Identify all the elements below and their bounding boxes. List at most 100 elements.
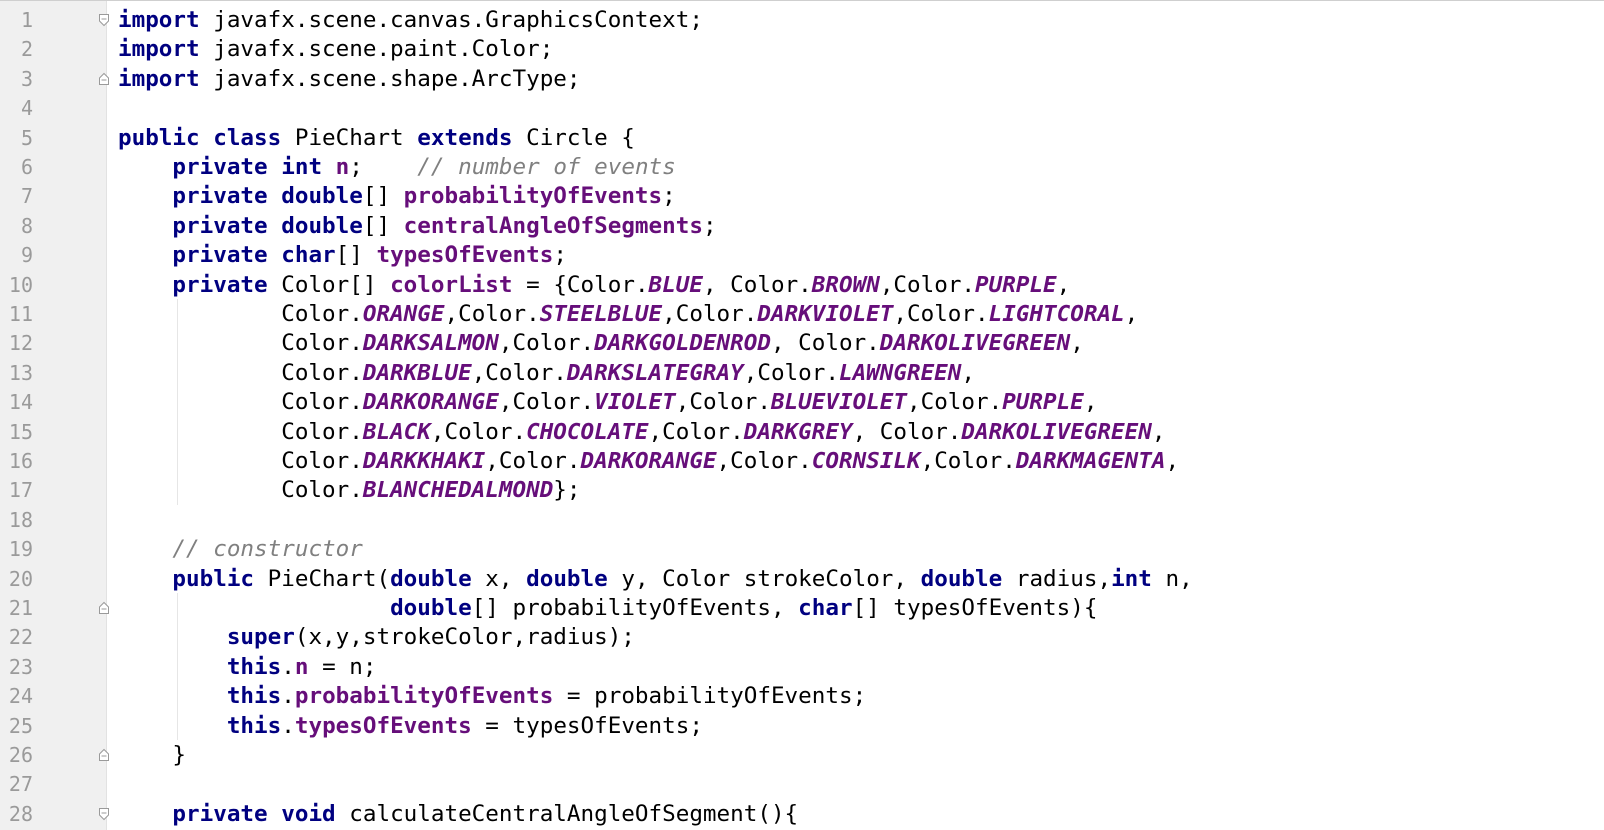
line-number: 14 <box>8 390 33 415</box>
code-text[interactable]: } <box>118 740 186 770</box>
code-token: ,Color. <box>920 448 1016 474</box>
code-editor[interactable]: 1 import javafx.scene.canvas.GraphicsCont… <box>0 0 1604 830</box>
code-token: BLANCHEDALMOND <box>362 477 554 504</box>
line-number: 7 <box>20 184 33 209</box>
line-number: 23 <box>8 654 33 679</box>
code-token: Circle { <box>512 124 635 151</box>
code-line[interactable]: 10 private Color[] colorList = {Color.BL… <box>0 270 1604 300</box>
code-line[interactable]: 14 Color.DARKORANGE,Color.VIOLET,Color.B… <box>0 387 1604 417</box>
code-token: BLACK <box>362 418 431 445</box>
code-text[interactable]: public class PieChart extends Circle { <box>118 123 635 153</box>
code-line[interactable]: 17 Color.BLANCHEDALMOND}; <box>0 475 1604 505</box>
code-token: Color. <box>118 448 363 474</box>
code-text[interactable]: Color.DARKKHAKI,Color.DARKORANGE,Color.C… <box>118 446 1179 476</box>
code-text[interactable]: this.probabilityOfEvents = probabilityOf… <box>118 681 866 711</box>
code-token: PieChart( <box>254 565 391 592</box>
code-text[interactable]: private Color[] colorList = {Color.BLUE,… <box>118 270 1070 300</box>
code-token: centralAngleOfSegments <box>403 212 703 239</box>
code-text[interactable]: public PieChart(double x, double y, Colo… <box>118 564 1192 594</box>
code-line[interactable]: 25 this.typesOfEvents = typesOfEvents; <box>0 711 1604 741</box>
code-text[interactable]: this.typesOfEvents = typesOfEvents; <box>118 711 703 741</box>
code-line[interactable]: 9 private char[] typesOfEvents; <box>0 240 1604 270</box>
code-line[interactable]: 4 <box>0 93 1604 123</box>
code-line[interactable]: 11 Color.ORANGE,Color.STEELBLUE,Color.DA… <box>0 299 1604 329</box>
code-text[interactable]: private double[] centralAngleOfSegments; <box>118 211 716 241</box>
code-text[interactable]: Color.DARKSALMON,Color.DARKGOLDENROD, Co… <box>118 328 1084 358</box>
code-line[interactable]: 5 public class PieChart extends Circle { <box>0 123 1604 153</box>
fold-open-icon[interactable] <box>98 13 110 27</box>
code-line[interactable]: 1 import javafx.scene.canvas.GraphicsCont… <box>0 5 1604 35</box>
code-token: ,Color. <box>498 330 595 357</box>
fold-close-icon[interactable] <box>98 748 110 762</box>
line-number: 8 <box>20 213 33 238</box>
line-number: 17 <box>8 478 33 503</box>
line-number: 25 <box>8 713 33 738</box>
code-token: ,Color. <box>444 301 540 327</box>
code-line[interactable]: 15 Color.BLACK,Color.CHOCOLATE,Color.DAR… <box>0 417 1604 447</box>
code-text[interactable]: double[] probabilityOfEvents, char[] typ… <box>118 593 1097 623</box>
code-token: , Color. <box>770 330 880 357</box>
code-token: y, Color strokeColor, <box>607 565 921 592</box>
fold-close-icon[interactable] <box>98 601 110 615</box>
code-line[interactable]: 20 public PieChart(double x, double y, C… <box>0 564 1604 594</box>
code-text[interactable]: Color.DARKORANGE,Color.VIOLET,Color.BLUE… <box>118 387 1097 417</box>
code-text[interactable]: this.n = n; <box>118 652 377 682</box>
code-line[interactable]: 18 <box>0 505 1604 535</box>
code-token: // constructor <box>172 536 363 563</box>
code-token: [] probabilityOfEvents, <box>471 595 799 621</box>
fold-open-icon[interactable] <box>98 807 110 821</box>
code-line[interactable]: 24 this.probabilityOfEvents = probabilit… <box>0 681 1604 711</box>
code-token: ,Color. <box>893 301 989 327</box>
code-line[interactable]: 16 Color.DARKKHAKI,Color.DARKORANGE,Colo… <box>0 446 1604 476</box>
code-line[interactable]: 28 private void calculateCentralAngleOfS… <box>0 799 1604 829</box>
code-text[interactable]: import javafx.scene.canvas.GraphicsConte… <box>118 5 703 35</box>
fold-close-icon[interactable] <box>98 72 110 86</box>
code-token: DARKGOLDENROD <box>594 330 771 357</box>
code-line[interactable]: 19 // constructor <box>0 534 1604 564</box>
code-token: , <box>1056 271 1071 298</box>
code-token: ,Color. <box>879 271 976 298</box>
code-line[interactable]: 8 private double[] centralAngleOfSegment… <box>0 211 1604 241</box>
code-text[interactable]: import javafx.scene.paint.Color; <box>118 34 553 64</box>
code-line[interactable]: 2 import javafx.scene.paint.Color; <box>0 34 1604 64</box>
code-line[interactable]: 12 Color.DARKSALMON,Color.DARKGOLDENROD,… <box>0 328 1604 358</box>
code-line[interactable]: 6 private int n; // number of events <box>0 152 1604 182</box>
code-line[interactable]: 23 this.n = n; <box>0 652 1604 682</box>
code-token: BLUE <box>648 271 703 298</box>
code-text[interactable]: super(x,y,strokeColor,radius); <box>118 622 635 652</box>
line-number: 2 <box>20 37 33 62</box>
code-line[interactable]: 22 super(x,y,strokeColor,radius); <box>0 622 1604 652</box>
code-text[interactable]: private void calculateCentralAngleOfSegm… <box>118 799 798 829</box>
code-token: [] typesOfEvents){ <box>852 595 1098 621</box>
code-text[interactable]: Color.BLANCHEDALMOND}; <box>118 475 580 505</box>
code-line[interactable]: 3 import javafx.scene.shape.ArcType; <box>0 64 1604 94</box>
line-number: 16 <box>8 449 33 473</box>
code-token: private double <box>172 183 363 210</box>
code-text[interactable]: Color.ORANGE,Color.STEELBLUE,Color.DARKV… <box>118 299 1138 329</box>
code-line[interactable]: 27 <box>0 769 1604 799</box>
code-text[interactable]: private int n; // number of events <box>118 152 675 182</box>
code-token: DARKKHAKI <box>362 448 486 474</box>
code-text[interactable]: Color.DARKBLUE,Color.DARKSLATEGRAY,Color… <box>118 358 975 388</box>
code-token: n <box>335 154 350 180</box>
code-line[interactable]: 21 double[] probabilityOfEvents, char[] … <box>0 593 1604 623</box>
code-line[interactable]: 7 private double[] probabilityOfEvents; <box>0 181 1604 211</box>
code-line[interactable]: 13 Color.DARKBLUE,Color.DARKSLATEGRAY,Co… <box>0 358 1604 388</box>
code-token: super <box>226 624 295 651</box>
code-text[interactable]: import javafx.scene.shape.ArcType; <box>118 64 581 94</box>
code-line[interactable]: 26 } <box>0 740 1604 770</box>
code-token: CHOCOLATE <box>526 418 649 445</box>
code-token: DARKSLATEGRAY <box>566 359 744 386</box>
code-token: , Color. <box>702 271 812 298</box>
code-token: = {Color. <box>512 271 649 298</box>
code-token: double <box>390 565 472 592</box>
code-token: BLUEVIOLET <box>770 389 907 416</box>
code-text[interactable]: private char[] typesOfEvents; <box>118 240 567 270</box>
code-text[interactable]: Color.BLACK,Color.CHOCOLATE,Color.DARKGR… <box>118 417 1165 447</box>
code-token: } <box>118 742 187 768</box>
code-text[interactable]: private double[] probabilityOfEvents; <box>118 181 675 211</box>
code-token: ,Color. <box>662 301 758 327</box>
code-text[interactable]: // constructor <box>118 534 363 564</box>
